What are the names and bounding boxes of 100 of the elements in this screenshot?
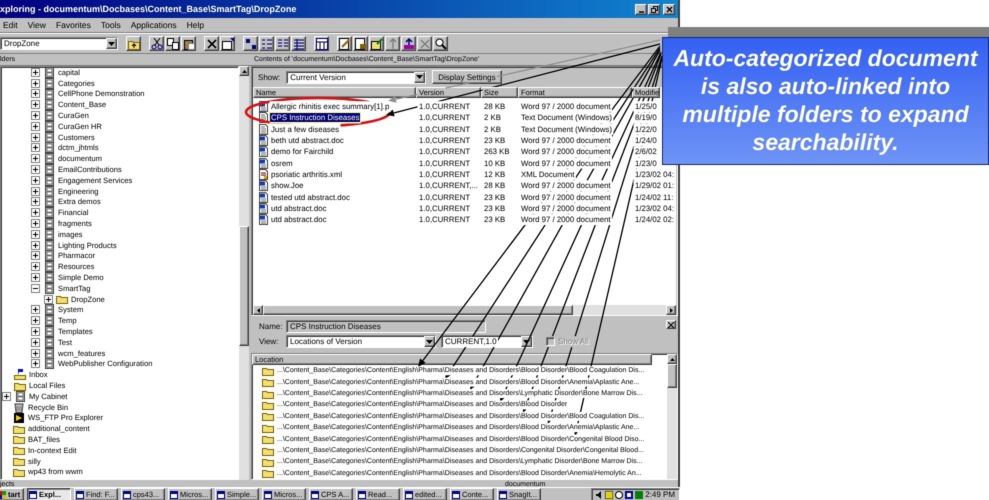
inbox-icon [14, 369, 26, 380]
list-view-icon [276, 38, 288, 50]
scrollbar[interactable] [239, 66, 249, 480]
scrollbar[interactable] [253, 305, 676, 316]
expand-icon[interactable] [31, 143, 40, 152]
folder-icon [13, 466, 25, 477]
expand-icon[interactable] [31, 197, 40, 206]
expand-icon[interactable] [31, 240, 40, 250]
expand-icon[interactable] [31, 100, 40, 110]
folder-icon [262, 411, 274, 422]
window-icon [76, 490, 84, 498]
left-arrow-icon [256, 308, 260, 313]
cabinet-icon [44, 132, 54, 143]
scroll-thumb[interactable] [263, 305, 573, 316]
menu-item[interactable]: Favorites [56, 20, 91, 30]
app-icon [14, 412, 24, 423]
folder-icon [56, 294, 68, 304]
folder-icon [13, 445, 25, 456]
expand-icon[interactable] [31, 273, 40, 282]
cabinet-icon [44, 174, 54, 186]
cabinet-icon [44, 228, 54, 240]
expand-icon[interactable] [31, 186, 40, 196]
scroll-left-button[interactable] [253, 305, 263, 316]
expand-icon[interactable] [2, 392, 11, 401]
expand-icon[interactable] [31, 348, 40, 358]
expand-icon[interactable] [31, 78, 40, 88]
expand-icon[interactable] [31, 262, 40, 272]
window-icon [499, 490, 507, 498]
cabinet-icon [44, 164, 54, 176]
scroll-thumb[interactable] [667, 364, 677, 388]
address-combo[interactable]: DropZone [0, 37, 118, 50]
window-icon [29, 490, 37, 498]
window-icon [123, 490, 131, 498]
cabinet-icon [16, 390, 24, 402]
close-panel-button[interactable] [666, 320, 676, 330]
show-combo[interactable]: Current Version [286, 70, 426, 84]
view-combo[interactable]: Locations of Version [286, 335, 436, 348]
recycle-bin-icon [14, 402, 24, 413]
restore-button[interactable] [648, 4, 660, 14]
toolbar-button[interactable] [314, 36, 329, 51]
cabinet-icon [44, 110, 54, 122]
dropdown-arrow-icon [523, 340, 530, 344]
collapse-icon[interactable] [31, 284, 40, 293]
expand-icon[interactable] [31, 176, 40, 185]
scroll-right-button[interactable] [666, 305, 676, 316]
expand-icon[interactable] [31, 316, 40, 326]
expand-icon[interactable] [31, 208, 40, 218]
scroll-up-button[interactable] [667, 354, 677, 364]
cabinet-icon [44, 142, 54, 154]
expand-icon[interactable] [31, 111, 40, 120]
version-combo[interactable]: CURRENT,1.0 [441, 335, 533, 348]
callout: Auto-categorized document is also auto-linked into multiple folders to expand searchability. [662, 37, 989, 165]
expand-icon[interactable] [31, 154, 40, 164]
expand-icon[interactable] [31, 122, 40, 131]
expand-icon[interactable] [31, 165, 40, 174]
cabinet-icon [44, 88, 54, 100]
expand-icon[interactable] [31, 359, 40, 368]
window-icon [170, 490, 178, 498]
expand-icon[interactable] [44, 294, 53, 304]
scroll-up-button[interactable] [239, 66, 249, 76]
document-icon [354, 38, 366, 50]
cabinet-icon [44, 218, 54, 230]
expand-icon[interactable] [31, 230, 40, 239]
cabinet-icon [44, 99, 54, 110]
close-icon [668, 322, 674, 328]
view-label: View: [259, 337, 280, 346]
cabinet-icon [44, 282, 54, 294]
window-icon [264, 490, 272, 498]
cabinet-icon [44, 358, 54, 370]
expand-icon[interactable] [31, 338, 40, 347]
scroll-thumb[interactable] [239, 226, 249, 346]
menu-item[interactable]: Applications [130, 20, 177, 30]
xml-document-icon [259, 168, 268, 180]
cabinet-icon [44, 315, 54, 326]
expand-icon[interactable] [31, 89, 40, 98]
expand-icon[interactable] [31, 68, 40, 77]
menu-item[interactable]: Edit [3, 20, 18, 30]
window-icon [405, 490, 413, 498]
menu-item[interactable]: View [28, 20, 46, 30]
right-arrow-icon [670, 308, 672, 313]
folder-icon [13, 434, 25, 444]
folder-icon [262, 456, 274, 467]
expand-icon[interactable] [31, 132, 40, 142]
menu-item[interactable]: Help [186, 20, 204, 30]
close-button[interactable] [663, 4, 675, 14]
word-document-icon [259, 135, 268, 146]
expand-icon[interactable] [31, 327, 40, 336]
expand-icon[interactable] [31, 219, 40, 228]
properties-icon [222, 38, 234, 50]
expand-icon[interactable] [31, 251, 40, 260]
scissors-icon [150, 38, 162, 50]
folder-icon [13, 424, 25, 434]
minimize-button[interactable] [635, 4, 647, 14]
scrollbar[interactable] [667, 354, 677, 479]
display-settings-button[interactable]: Display Settings [432, 70, 502, 84]
word-document-icon [259, 202, 268, 214]
menu-item[interactable]: Tools [100, 20, 121, 30]
name-field[interactable]: CPS Instruction Diseases [286, 320, 486, 334]
folder-icon [262, 468, 274, 478]
expand-icon[interactable] [31, 305, 40, 314]
